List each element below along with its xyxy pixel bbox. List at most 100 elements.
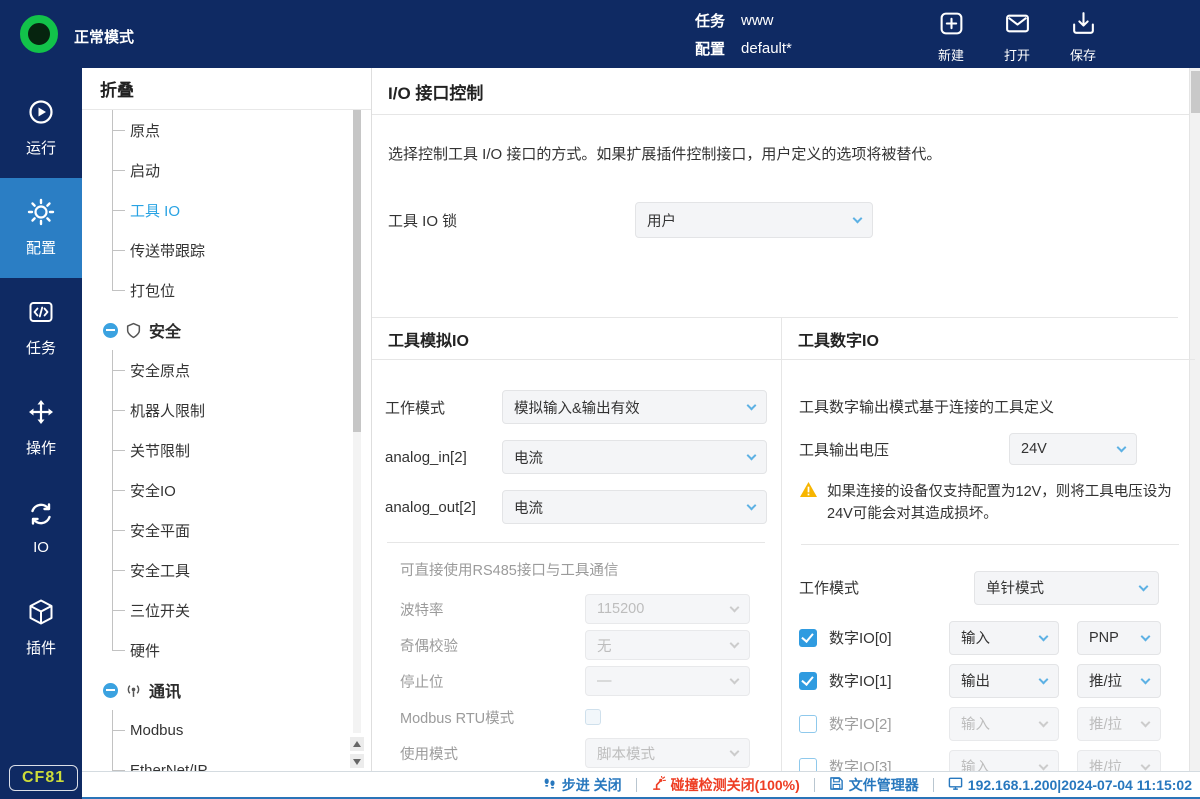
work-mode-select[interactable]: 模拟输入&输出有效	[502, 390, 767, 424]
tree-item-origin[interactable]: 原点	[82, 110, 371, 150]
save-button-label: 保存	[1070, 45, 1096, 64]
tree-item-three-position-switch[interactable]: 三位开关	[82, 590, 371, 630]
collision-robot-icon	[651, 776, 666, 794]
run-icon	[27, 98, 55, 130]
digital-io-0-direction-select[interactable]: 输入	[949, 621, 1059, 655]
open-button[interactable]: 打开	[984, 6, 1050, 64]
tree-item-ethernet-ip[interactable]: EtherNet/IP	[82, 750, 371, 771]
sidebar-item-plugin[interactable]: 插件	[0, 578, 82, 678]
collapse-minus-icon[interactable]	[103, 323, 118, 338]
digital-io-2-label: 数字IO[2]	[829, 713, 949, 734]
digital-io-1-checkbox[interactable]	[799, 672, 817, 690]
step-mode-status[interactable]: 步进 关闭	[542, 775, 622, 795]
new-button[interactable]: 新建	[918, 6, 984, 64]
save-button[interactable]: 保存	[1050, 6, 1116, 64]
sidebar: 运行 配置 任务	[0, 68, 82, 799]
collapse-minus-icon[interactable]	[103, 683, 118, 698]
modbus-rtu-label: Modbus RTU模式	[400, 707, 585, 728]
open-button-label: 打开	[1004, 45, 1030, 64]
tool-voltage-select[interactable]: 24V	[1009, 433, 1137, 465]
parity-select: 无	[585, 630, 750, 660]
network-status[interactable]: 192.168.1.200|2024-07-04 11:15:02	[948, 776, 1192, 794]
tree-item-conveyor-tracking[interactable]: 传送带跟踪	[82, 230, 371, 270]
tree-scrollbar[interactable]	[353, 110, 361, 733]
io-cycle-icon	[27, 500, 55, 532]
chevron-down-icon	[1141, 631, 1151, 641]
baud-rate-label: 波特率	[400, 599, 585, 620]
tree-collapse-header[interactable]: 折叠	[82, 68, 371, 110]
sidebar-item-config[interactable]: 配置	[0, 178, 82, 278]
io-panels: 工具模拟IO 工作模式 模拟输入&输出有效 analog_in[2]	[372, 317, 1178, 771]
sidebar-item-operate[interactable]: 操作	[0, 378, 82, 478]
scroll-up-icon[interactable]	[350, 737, 364, 751]
tree-scrollbar-thumb[interactable]	[353, 110, 361, 432]
file-manager-button[interactable]: 文件管理器	[829, 775, 919, 795]
digital-io-0-type-select[interactable]: PNP	[1077, 621, 1161, 655]
tool-io-lock-row: 工具 IO 锁 用户	[388, 202, 1189, 238]
tree-item-safety-home[interactable]: 安全原点	[82, 350, 371, 390]
sidebar-item-label: IO	[33, 539, 49, 556]
tree-item-safety-planes[interactable]: 安全平面	[82, 510, 371, 550]
digital-io-1-direction-select[interactable]: 输出	[949, 664, 1059, 698]
tree-item-startup[interactable]: 启动	[82, 150, 371, 190]
move-icon	[27, 398, 55, 430]
tree-item-hardware[interactable]: 硬件	[82, 630, 371, 670]
tree-scroll-arrows	[350, 737, 364, 768]
robot-id-badge[interactable]: CF81	[9, 765, 78, 791]
digital-io-row-2: 数字IO[2] 输入 推/拉	[799, 707, 1181, 741]
tree-item-pack-position[interactable]: 打包位	[82, 270, 371, 310]
digital-panel-title: 工具数字IO	[782, 318, 1195, 360]
main-scrollbar-thumb[interactable]	[1191, 71, 1200, 113]
tree-group-communication[interactable]: 通讯	[82, 670, 371, 710]
tree-item-modbus[interactable]: Modbus	[82, 710, 371, 750]
chevron-down-icon	[730, 675, 740, 685]
voltage-warning: 如果连接的设备仅支持配置为12V，则将工具电压设为24V可能会对其造成损坏。	[799, 481, 1181, 526]
tree-item-robot-limits[interactable]: 机器人限制	[82, 390, 371, 430]
digital-work-mode-select[interactable]: 单针模式	[974, 571, 1159, 605]
analog-in-select[interactable]: 电流	[502, 440, 767, 474]
status-divider	[933, 778, 934, 792]
section-divider	[387, 542, 765, 543]
monitor-icon	[948, 776, 963, 794]
sidebar-item-io[interactable]: IO	[0, 478, 82, 578]
rs485-note: 可直接使用RS485接口与工具通信	[400, 559, 767, 580]
sidebar-item-label: 插件	[26, 637, 56, 658]
digital-io-0-checkbox[interactable]	[799, 629, 817, 647]
tree-item-tool-io[interactable]: 工具 IO	[82, 190, 371, 230]
digital-io-2-direction-select: 输入	[949, 707, 1059, 741]
config-tree-panel: 折叠 原点 启动 工具 IO 传送带跟踪 打包位 安全 安全原点 机器人限制 关…	[82, 68, 372, 771]
antenna-icon	[125, 682, 142, 699]
sidebar-item-label: 配置	[26, 237, 56, 258]
use-mode-row: 使用模式 脚本模式	[400, 738, 767, 768]
new-button-label: 新建	[938, 45, 964, 64]
tree-item-safety-tools[interactable]: 安全工具	[82, 550, 371, 590]
chevron-down-icon	[1039, 717, 1049, 727]
config-value[interactable]: default*	[741, 40, 792, 57]
analog-out-select[interactable]: 电流	[502, 490, 767, 524]
sidebar-item-run[interactable]: 运行	[0, 78, 82, 178]
code-icon	[27, 298, 55, 330]
tool-io-lock-select[interactable]: 用户	[635, 202, 873, 238]
collision-detection-status[interactable]: 碰撞检测关闭(100%)	[651, 775, 800, 795]
status-divider	[636, 778, 637, 792]
tree-item-joint-limits[interactable]: 关节限制	[82, 430, 371, 470]
chevron-down-icon	[1039, 760, 1049, 770]
digital-io-1-type-select[interactable]: 推/拉	[1077, 664, 1161, 698]
parity-label: 奇偶校验	[400, 635, 585, 656]
baud-rate-select: 115200	[585, 594, 750, 624]
chevron-down-icon	[747, 501, 757, 511]
digital-output-note: 工具数字输出模式基于连接的工具定义	[799, 396, 1181, 417]
sidebar-item-label: 任务	[26, 337, 56, 358]
tree-group-safety[interactable]: 安全	[82, 310, 371, 350]
task-value[interactable]: www	[741, 12, 774, 29]
new-file-icon	[938, 10, 965, 42]
scroll-down-icon[interactable]	[350, 754, 364, 768]
sidebar-item-task[interactable]: 任务	[0, 278, 82, 378]
digital-io-2-checkbox[interactable]	[799, 715, 817, 733]
tool-voltage-row: 工具输出电压 24V	[799, 433, 1181, 465]
sidebar-item-label: 运行	[26, 137, 56, 158]
analog-in-row: analog_in[2] 电流	[385, 440, 767, 474]
parity-row: 奇偶校验 无	[400, 630, 767, 660]
main-content: I/O 接口控制 选择控制工具 I/O 接口的方式。如果扩展插件控制接口，用户定…	[372, 68, 1200, 771]
tree-item-safety-io[interactable]: 安全IO	[82, 470, 371, 510]
